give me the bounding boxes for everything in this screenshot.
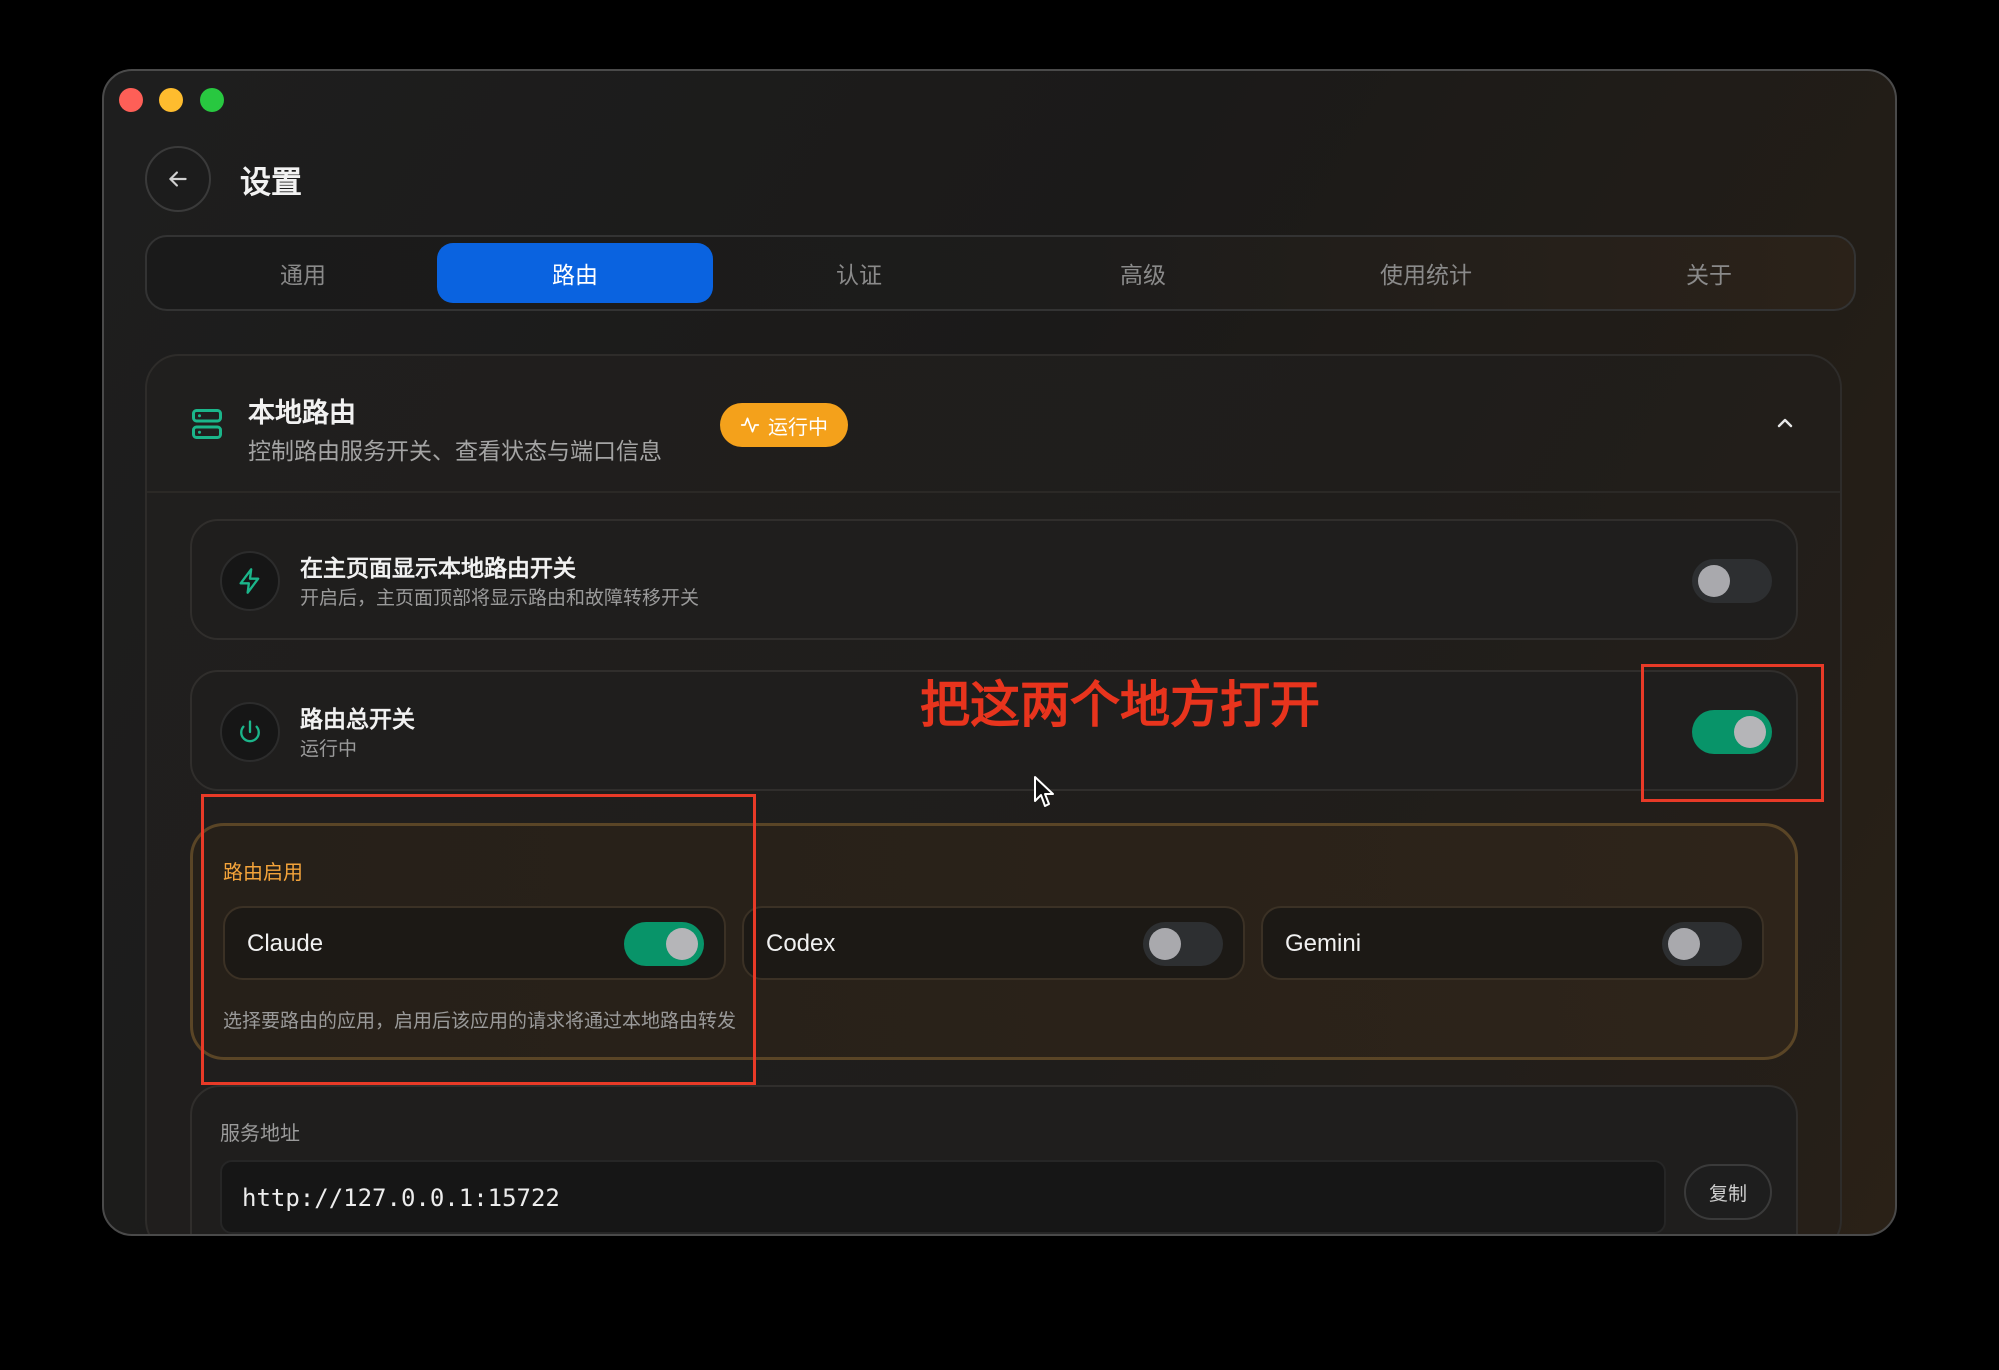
master-switch-title: 路由总开关 <box>300 707 415 733</box>
section-header[interactable]: 本地路由 控制路由服务开关、查看状态与端口信息 运行中 <box>147 356 1840 493</box>
annotation-text: 把这两个地方打开 <box>920 676 1320 734</box>
service-address-field[interactable]: http://127.0.0.1:15722 <box>220 1160 1666 1234</box>
page-title: 设置 <box>240 165 302 201</box>
status-badge-label: 运行中 <box>768 414 828 439</box>
show-on-home-title: 在主页面显示本地路由开关 <box>300 556 576 582</box>
tab-about[interactable]: 关于 <box>1571 243 1847 303</box>
master-switch-subtitle: 运行中 <box>300 738 358 760</box>
back-button[interactable] <box>145 146 211 212</box>
tab-bar: 通用 路由 认证 高级 使用统计 关于 <box>145 235 1856 311</box>
app-card-codex: Codex <box>742 906 1245 980</box>
show-on-home-row: 在主页面显示本地路由开关 开启后，主页面顶部将显示路由和故障转移开关 <box>190 519 1798 640</box>
chevron-up-icon[interactable] <box>1773 411 1797 439</box>
section-subtitle: 控制路由服务开关、查看状态与端口信息 <box>248 439 662 465</box>
app-name: Codex <box>766 930 836 957</box>
toggle-knob <box>1668 928 1700 960</box>
service-address-card: 服务地址 http://127.0.0.1:15722 复制 <box>190 1085 1798 1234</box>
codex-toggle[interactable] <box>1143 922 1223 966</box>
copy-button[interactable]: 复制 <box>1684 1164 1772 1220</box>
annotation-box-claude <box>201 794 756 1085</box>
activity-icon <box>740 417 760 433</box>
mouse-cursor-icon <box>1033 775 1055 813</box>
tab-usage-stats[interactable]: 使用统计 <box>1288 243 1564 303</box>
toggle-knob <box>1698 565 1730 597</box>
tab-general[interactable]: 通用 <box>165 243 441 303</box>
annotation-box-master <box>1641 664 1824 802</box>
bolt-icon <box>220 551 280 611</box>
gemini-toggle[interactable] <box>1662 922 1742 966</box>
tab-routing[interactable]: 路由 <box>437 243 713 303</box>
power-icon <box>220 702 280 762</box>
app-name: Gemini <box>1285 930 1362 957</box>
minimize-window-button[interactable] <box>159 88 183 112</box>
show-on-home-subtitle: 开启后，主页面顶部将显示路由和故障转移开关 <box>300 587 700 609</box>
arrow-left-icon <box>169 171 187 187</box>
close-window-button[interactable] <box>119 88 143 112</box>
app-card-gemini: Gemini <box>1261 906 1764 980</box>
server-icon <box>189 406 225 446</box>
toggle-knob <box>1149 928 1181 960</box>
zoom-window-button[interactable] <box>200 88 224 112</box>
section-title: 本地路由 <box>248 398 356 429</box>
service-address-label: 服务地址 <box>220 1121 300 1145</box>
tab-auth[interactable]: 认证 <box>721 243 997 303</box>
status-badge: 运行中 <box>720 403 848 447</box>
show-on-home-toggle[interactable] <box>1692 559 1772 603</box>
service-address-value: http://127.0.0.1:15722 <box>242 1184 560 1212</box>
tab-advanced[interactable]: 高级 <box>1005 243 1281 303</box>
